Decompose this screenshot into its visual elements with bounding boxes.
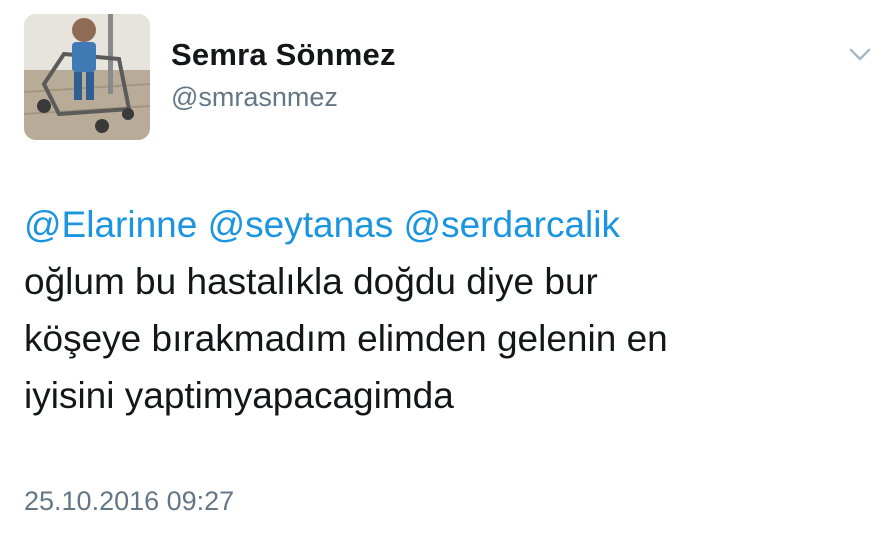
tweet-text: @Elarinne @seytanas @serdarcalik oğlum b… bbox=[24, 196, 874, 424]
mention-link[interactable]: @seytanas bbox=[208, 204, 394, 245]
tweet-card: Semra Sönmez @smrasnmez @Elarinne @seyta… bbox=[0, 0, 884, 555]
tweet-timestamp[interactable]: 25.10.2016 09:27 bbox=[24, 486, 234, 517]
tweet-text-line: oğlum bu hastalıkla doğdu diye bur bbox=[24, 261, 598, 302]
mentions-line: @Elarinne @seytanas @serdarcalik bbox=[24, 196, 874, 253]
user-handle[interactable]: @smrasnmez bbox=[171, 82, 338, 113]
avatar[interactable] bbox=[24, 14, 150, 140]
mention-link[interactable]: @serdarcalik bbox=[404, 204, 620, 245]
chevron-down-icon[interactable] bbox=[848, 46, 872, 64]
display-name[interactable]: Semra Sönmez bbox=[171, 37, 396, 73]
mention-link[interactable]: @Elarinne bbox=[24, 204, 197, 245]
tweet-text-line: iyisini yaptimyapacagimda bbox=[24, 375, 454, 416]
tweet-text-line: köşeye bırakmadım elimden gelenin en bbox=[24, 318, 668, 359]
avatar-photo bbox=[24, 14, 150, 140]
